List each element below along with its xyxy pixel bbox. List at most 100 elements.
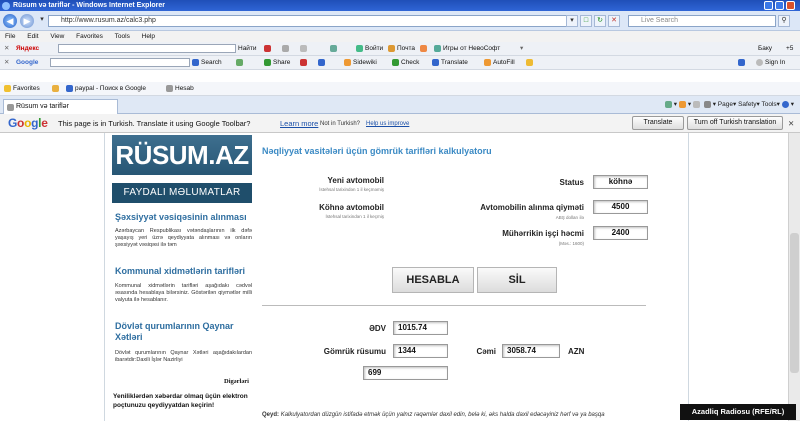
page-menu[interactable]: Page▾ [718,101,736,108]
help-icon[interactable] [781,100,789,108]
learn-more-link[interactable]: Learn more [280,114,318,133]
site-logo[interactable]: RÜSUM.AZ [112,135,252,175]
new-car-label[interactable]: Yeni avtomobil [280,176,384,185]
favorites-button[interactable]: Favorites [4,82,40,96]
vertical-scrollbar[interactable] [788,133,800,421]
login-icon [356,44,363,52]
turn-off-translation-button[interactable]: Turn off Turkish translation [687,116,783,130]
compatibility-icon[interactable]: □ [580,15,592,27]
menu-help[interactable]: Help [142,33,155,40]
sidebar-section-title[interactable]: Şəxsiyyət vəsiqəsinin alınması [115,212,247,222]
status-field[interactable]: köhnə [593,175,648,189]
engine-input[interactable]: 2400 [593,226,648,240]
close-translate-bar-icon[interactable]: ✕ [788,114,794,133]
maximize-button[interactable] [775,1,784,10]
google-sign-in[interactable]: Sign In [756,56,785,69]
watermark: Azadliq Radiosu (RFE/RL) [680,404,796,420]
menu-view[interactable]: View [50,33,64,40]
google-toolbar: ✕ Google Search Share Sidewiki Check Tra… [0,56,800,70]
pagerank-icon[interactable] [300,58,307,66]
highlighter-icon[interactable] [526,58,533,66]
menu-tools[interactable]: Tools [115,33,130,40]
tab-active[interactable]: Rüsum və tariflər [3,99,118,114]
live-search-input[interactable]: Live Search [628,15,776,27]
mail-icon[interactable] [692,100,700,108]
yandex-search-button[interactable]: Найти [238,42,257,55]
menu-file[interactable]: File [5,33,15,40]
not-in-turkish-label: Not in Turkish? [320,121,361,127]
sync-icon[interactable] [330,44,337,52]
back-button[interactable]: ◀ [3,14,17,28]
window-title: Rüsum və tariflər - Windows Internet Exp… [13,2,166,9]
yandex-mail[interactable]: Почта [388,42,415,55]
sidebar-section-title[interactable]: Kommunal xidmətlərin tarifləri [115,266,245,276]
scrollbar-thumb[interactable] [790,233,799,373]
chat-icon[interactable] [300,44,307,52]
safety-menu[interactable]: Safety▾ [738,101,760,108]
others-link[interactable]: Digərləri [224,378,249,385]
google-search-input[interactable] [50,58,190,67]
google-sidewiki-button[interactable]: Sidewiki [344,56,377,69]
yandex-login[interactable]: Войти [356,42,383,55]
old-car-label[interactable]: Köhnə avtomobil [280,203,384,212]
puzzle-icon[interactable] [236,58,243,66]
weather-city[interactable]: Баку [758,42,772,55]
stop-icon[interactable]: ✕ [608,15,620,27]
forward-button[interactable]: ▶ [20,14,34,28]
google-check-button[interactable]: Check [392,56,419,69]
total-label: Cəmi [476,347,496,356]
content-left-border [104,133,105,421]
google-search-button[interactable]: Search [192,56,222,69]
home-icon[interactable] [664,100,672,108]
google-share-button[interactable]: Share [264,56,290,69]
bookmark-icon[interactable] [318,58,325,66]
star-icon [4,84,11,92]
nav-dropdown-icon[interactable]: ▾ [36,15,48,27]
clear-button[interactable]: SİL [477,267,557,293]
chart-icon[interactable] [282,44,289,52]
game-icon[interactable] [420,44,427,52]
tools-menu[interactable]: Tools▾ [761,101,779,108]
pen-icon[interactable] [264,44,271,52]
add-favorite-icon[interactable] [52,84,59,92]
calculate-button[interactable]: HESABLA [392,267,474,293]
google-autofill-button[interactable]: AutoFill [484,56,515,69]
mail-icon [388,44,395,52]
favorite-hesab[interactable]: Hesab [166,82,194,96]
feeds-icon[interactable] [678,100,686,108]
menu-favorites[interactable]: Favorites [76,33,103,40]
translate-bar: Google This page is in Turkish. Translat… [0,114,800,133]
excise-output: 699 [363,366,448,380]
print-icon[interactable] [703,100,711,108]
search-icon[interactable]: ⚲ [778,15,790,27]
yandex-games[interactable]: Игры от НевоСофт [434,42,500,55]
refresh-icon[interactable]: ↻ [594,15,606,27]
tab-title: Rüsum və tariflər [16,103,69,110]
vat-output: 1015.74 [393,321,448,335]
calculator-title: Nəqliyyat vasitələri üçün gömrük tariflə… [262,146,492,156]
close-toolbar-icon[interactable]: ✕ [4,42,9,55]
menu-edit[interactable]: Edit [27,33,38,40]
help-improve-link[interactable]: Help us improve [366,115,409,134]
close-window-button[interactable] [786,1,795,10]
google-translate-button[interactable]: Translate [432,56,468,69]
toolbar-dropdown-icon[interactable]: ▾ [520,42,523,55]
close-google-toolbar-icon[interactable]: ✕ [4,56,9,69]
google-favicon-icon [66,84,73,92]
url-field[interactable]: http://www.rusum.az/calc3.php [48,15,578,27]
status-label: Status [559,178,584,187]
favorite-paypal[interactable]: paypal - Поиск в Google [66,82,146,96]
live-search-placeholder: Live Search [641,17,678,24]
wrench-icon[interactable] [738,58,745,66]
translate-button[interactable]: Translate [632,116,684,130]
old-car-sub: İstehsal tarixindən 1 il keçmiş [325,214,384,219]
minimize-button[interactable] [764,1,773,10]
engine-label: Mühərrikin işçi həcmi [502,229,584,238]
currency-label: AZN [568,347,585,356]
price-label: Avtomobilin alınma qiyməti [480,203,584,212]
sidebar-section-title[interactable]: Dövlət qurumlarının Qaynar Xətləri [115,321,255,343]
yandex-search-input[interactable] [58,44,236,53]
price-input[interactable]: 4500 [593,200,648,214]
google-logo: Google [8,116,48,130]
url-dropdown-icon[interactable]: ▾ [566,15,578,27]
